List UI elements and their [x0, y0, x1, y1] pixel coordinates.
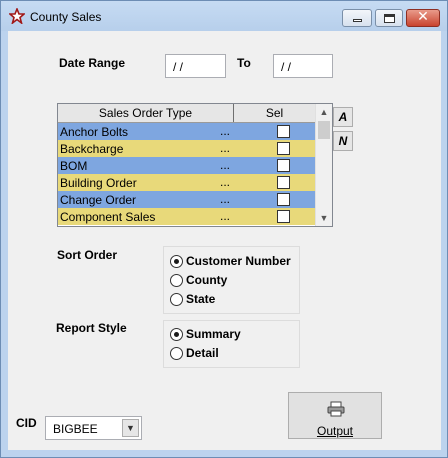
table-row[interactable]: Backcharge... [58, 140, 315, 157]
sales-order-type-cell: BOM [60, 159, 88, 173]
sales-order-type-cell: Backcharge [60, 142, 124, 156]
radio-label: Detail [186, 346, 219, 360]
scroll-thumb[interactable] [318, 121, 330, 139]
cid-label: CID [16, 416, 37, 430]
sel-checkbox[interactable] [277, 193, 290, 206]
sales-order-type-cell: Building Order [60, 176, 137, 190]
date-range-label: Date Range [59, 56, 126, 70]
column-header-sel[interactable]: Sel [234, 104, 315, 122]
sales-order-type-cell: Change Order [60, 193, 137, 207]
cid-value: BIGBEE [53, 422, 98, 436]
window-title: County Sales [30, 10, 102, 24]
date-to-field[interactable]: / / [273, 54, 333, 78]
sales-order-type-cell: Component Sales [60, 210, 156, 224]
date-to-value: / / [281, 60, 292, 74]
sel-checkbox[interactable] [277, 210, 290, 223]
output-button[interactable]: Output [288, 392, 382, 439]
scroll-down-arrow-icon[interactable]: ▼ [316, 210, 332, 226]
output-label: Output [316, 424, 354, 438]
sel-checkbox[interactable] [277, 159, 290, 172]
radio-label: State [186, 292, 216, 306]
radio-button[interactable] [170, 293, 183, 306]
sort-order-group: Customer Number County State [163, 246, 300, 314]
printer-icon [327, 401, 345, 417]
title-bar[interactable]: County Sales ✕ [1, 1, 447, 31]
maximize-button[interactable] [375, 9, 403, 27]
ellipsis-button[interactable]: ... [220, 175, 230, 189]
table-row[interactable]: Change Order... [58, 191, 315, 208]
date-from-value: / / [173, 60, 184, 74]
close-button[interactable]: ✕ [406, 9, 440, 27]
ellipsis-button[interactable]: ... [220, 141, 230, 155]
ellipsis-button[interactable]: ... [220, 124, 230, 138]
select-none-button[interactable]: N [333, 131, 353, 151]
maximize-icon [384, 14, 395, 23]
minimize-button[interactable] [342, 9, 372, 27]
ellipsis-button[interactable]: ... [220, 209, 230, 223]
radio-button[interactable] [170, 328, 183, 341]
table-row[interactable]: BOM... [58, 157, 315, 174]
radio-label: County [186, 273, 228, 287]
ellipsis-button[interactable]: ... [220, 158, 230, 172]
client-area: Date Range / / To / / Sales Order Type S… [8, 31, 441, 450]
to-label: To [237, 56, 251, 70]
column-header-sales-order-type[interactable]: Sales Order Type [58, 104, 234, 122]
sales-order-type-grid[interactable]: Sales Order Type Sel Anchor Bolts... Back… [57, 103, 333, 227]
star-app-icon [9, 8, 25, 24]
report-style-group: Summary Detail [163, 320, 300, 368]
grid-rows: Anchor Bolts... Backcharge... BOM... Buildi… [58, 123, 315, 225]
sort-order-label: Sort Order [57, 248, 118, 262]
radio-label: Summary [186, 327, 241, 341]
table-row[interactable]: Component Sales... [58, 208, 315, 225]
radio-label: Customer Number [186, 254, 291, 268]
grid-header: Sales Order Type Sel [58, 104, 315, 123]
close-icon: ✕ [417, 9, 429, 25]
grid-vertical-scrollbar[interactable]: ▲ ▼ [315, 104, 332, 226]
cid-select[interactable]: BIGBEE ▼ [45, 416, 142, 440]
sel-checkbox[interactable] [277, 125, 290, 138]
date-from-field[interactable]: / / [165, 54, 226, 78]
select-all-button[interactable]: A [333, 107, 353, 127]
table-row[interactable]: Building Order... [58, 174, 315, 191]
minimize-icon [353, 19, 362, 22]
sel-checkbox[interactable] [277, 176, 290, 189]
radio-button[interactable] [170, 255, 183, 268]
county-sales-window: County Sales ✕ Date Range / / To / / Sal… [0, 0, 448, 458]
report-style-label: Report Style [56, 321, 127, 335]
sales-order-type-cell: Anchor Bolts [60, 125, 129, 139]
chevron-down-icon[interactable]: ▼ [122, 419, 139, 437]
sel-checkbox[interactable] [277, 142, 290, 155]
ellipsis-button[interactable]: ... [220, 192, 230, 206]
scroll-up-arrow-icon[interactable]: ▲ [316, 104, 332, 120]
radio-button[interactable] [170, 274, 183, 287]
radio-button[interactable] [170, 347, 183, 360]
table-row[interactable]: Anchor Bolts... [58, 123, 315, 140]
